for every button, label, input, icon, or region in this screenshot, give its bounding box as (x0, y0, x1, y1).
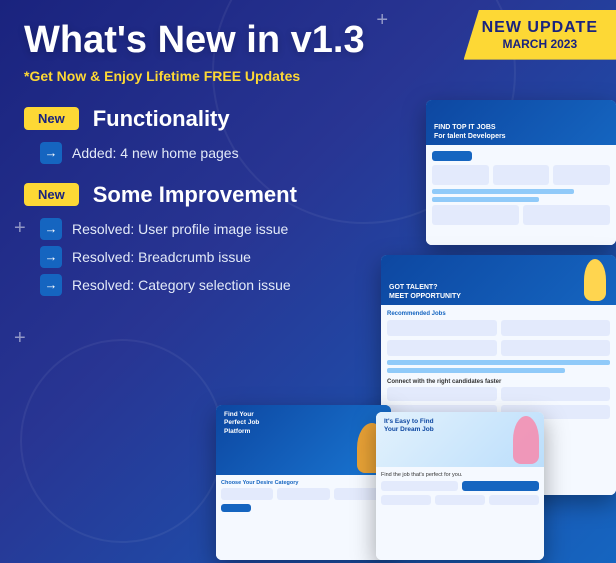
card1-line2 (432, 197, 539, 202)
plus-decoration-5: + (14, 328, 26, 348)
card2-row2 (387, 340, 610, 356)
bullet-item-0: Added: 4 new home pages (24, 142, 384, 164)
card2-line1 (387, 360, 610, 365)
bullet-text-3: Resolved: Category selection issue (72, 277, 291, 293)
card1-body (426, 145, 616, 245)
card4-box2 (462, 481, 539, 491)
bullet-item-2: Resolved: Breadcrumb issue (24, 246, 384, 268)
card1-box1 (432, 165, 489, 185)
card1-box5 (523, 205, 610, 225)
card1-line1 (432, 189, 574, 194)
card3-label: Choose Your Desire Category (221, 480, 386, 486)
card2-header: GOT TALENT?MEET OPPORTUNITY (381, 255, 616, 305)
arrow-icon-0 (40, 142, 62, 164)
bullet-text-2: Resolved: Breadcrumb issue (72, 249, 251, 265)
card3-box2 (277, 488, 329, 500)
card4-label: Find the job that's perfect for you. (381, 472, 539, 478)
section-improvement: New Some Improvement Resolved: User prof… (24, 182, 384, 296)
arrow-icon-3 (40, 274, 62, 296)
update-badge: NEW UPDATE MARCH 2023 (464, 10, 616, 60)
card1-btn (432, 151, 472, 161)
card4-box4 (435, 495, 485, 505)
card1-title: FIND TOP IT JOBSFor talent Developers (434, 123, 506, 141)
card2-box4 (501, 340, 611, 356)
section-title-improvement: Some Improvement (93, 182, 297, 208)
section-improvement-header: New Some Improvement (24, 182, 384, 208)
card2-box1 (387, 320, 497, 336)
card3-header: Find YourPerfect JobPlatform (216, 405, 391, 475)
card4-body: Find the job that's perfect for you. (376, 467, 544, 560)
section-functionality-header: New Functionality (24, 106, 384, 132)
card3-row1 (221, 488, 386, 500)
card2-title: GOT TALENT?MEET OPPORTUNITY (389, 283, 461, 301)
card2-line2 (387, 368, 565, 373)
card2-box6 (501, 387, 611, 401)
screenshot-card-1: NEW FIND TOP IT JOBSFor talent Developer… (426, 100, 616, 245)
section-title-functionality: Functionality (93, 106, 230, 132)
plus-decoration-4: + (14, 218, 26, 238)
card1-box2 (493, 165, 550, 185)
card4-box1 (381, 481, 458, 491)
main-title: What's New in v1.3 (24, 20, 384, 62)
card4-header: It's Easy to FindYour Dream Job (376, 412, 544, 467)
card1-row2 (432, 205, 610, 225)
screenshots-area: NEW FIND TOP IT JOBSFor talent Developer… (346, 100, 616, 560)
card1-row1 (432, 165, 610, 185)
card2-box2 (501, 320, 611, 336)
card4-box3 (381, 495, 431, 505)
card2-label: Connect with the right candidates faster (387, 379, 610, 385)
card4-row2 (381, 495, 539, 505)
screenshot-card-3: NEW Find YourPerfect JobPlatform Choose … (216, 405, 391, 560)
card2-row1 (387, 320, 610, 336)
plus-decoration-1: + (376, 10, 388, 30)
card2-box3 (387, 340, 497, 356)
update-badge-line1: NEW UPDATE (482, 18, 598, 37)
card2-row3 (387, 387, 610, 401)
card2-box5 (387, 387, 497, 401)
new-badge-functionality: New (24, 107, 79, 130)
card1-box4 (432, 205, 519, 225)
bullet-item-3: Resolved: Category selection issue (24, 274, 384, 296)
arrow-icon-2 (40, 246, 62, 268)
update-badge-line2: MARCH 2023 (482, 37, 598, 51)
bullet-text-0: Added: 4 new home pages (72, 145, 239, 161)
new-badge-improvement: New (24, 183, 79, 206)
person-shape (584, 259, 606, 301)
card3-btn (221, 504, 251, 512)
card3-box1 (221, 488, 273, 500)
card4-person (513, 416, 539, 464)
bullet-item-1: Resolved: User profile image issue (24, 218, 384, 240)
card4-row1 (381, 481, 539, 491)
card1-header: FIND TOP IT JOBSFor talent Developers (426, 100, 616, 145)
card1-box3 (553, 165, 610, 185)
screenshot-card-4: NEW It's Easy to FindYour Dream Job Find… (376, 412, 544, 560)
subtitle: *Get Now & Enjoy Lifetime FREE Updates (24, 68, 384, 84)
card3-body: Choose Your Desire Category (216, 475, 391, 560)
bullet-text-1: Resolved: User profile image issue (72, 221, 288, 237)
section-functionality: New Functionality Added: 4 new home page… (24, 106, 384, 164)
card4-box5 (489, 495, 539, 505)
arrow-icon-1 (40, 218, 62, 240)
card2-subtitle: Recommended Jobs (387, 311, 610, 317)
